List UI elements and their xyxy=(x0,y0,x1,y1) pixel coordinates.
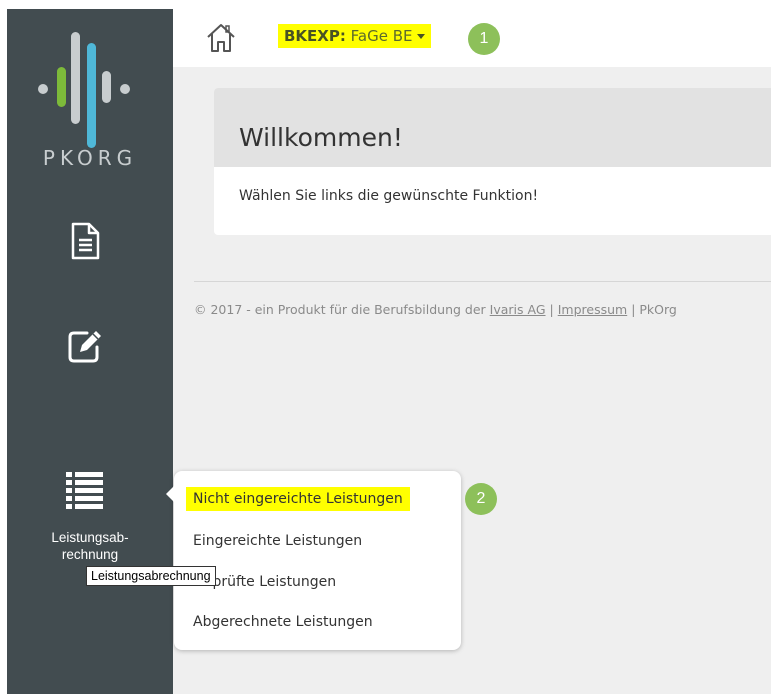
edit-icon[interactable] xyxy=(65,325,105,365)
submenu-item-submitted[interactable]: Eingereichte Leistungen xyxy=(193,533,362,549)
page-title: Willkommen! xyxy=(239,123,403,152)
app-window: PKORG Leistungsab- rechnung BKEXP: FaGe … xyxy=(7,9,771,694)
footer-separator: | xyxy=(631,302,636,317)
org-code: BKEXP: xyxy=(284,27,346,45)
annotation-badge-2: 2 xyxy=(465,483,497,515)
home-icon[interactable] xyxy=(206,23,236,53)
organization-dropdown[interactable]: BKEXP: FaGe BE xyxy=(278,24,431,48)
submenu-item-billed[interactable]: Abgerechnete Leistungen xyxy=(193,614,373,630)
welcome-panel-header: Willkommen! xyxy=(214,88,771,167)
tooltip: Leistungsabrechnung xyxy=(86,566,216,586)
sidebar-item-label[interactable]: Leistungsab- rechnung xyxy=(25,529,155,563)
welcome-text: Wählen Sie links die gewünschte Funktion… xyxy=(239,188,539,204)
document-icon[interactable] xyxy=(65,221,105,261)
submenu-item-not-submitted[interactable]: Nicht eingereichte Leistungen xyxy=(186,487,410,511)
list-icon[interactable] xyxy=(65,470,105,510)
footer: © 2017 - ein Produkt für die Berufsbildu… xyxy=(194,302,677,317)
logo-text: PKORG xyxy=(42,146,138,170)
caret-down-icon xyxy=(416,34,425,39)
annotation-badge-1: 1 xyxy=(468,23,500,55)
company-link[interactable]: Ivaris AG xyxy=(490,302,546,317)
imprint-link[interactable]: Impressum xyxy=(558,302,627,317)
submenu-popup: Nicht eingereichte Leistungen Eingereich… xyxy=(166,471,461,650)
welcome-panel: Willkommen! Wählen Sie links die gewünsc… xyxy=(214,88,771,235)
footer-prefix: © 2017 - ein Produkt für die Berufsbildu… xyxy=(194,302,486,317)
footer-separator: | xyxy=(549,302,554,317)
popup-arrow xyxy=(166,486,174,502)
top-bar: BKEXP: FaGe BE 1 xyxy=(173,9,771,67)
sidebar: PKORG Leistungsab- rechnung xyxy=(7,9,173,694)
org-name: FaGe BE xyxy=(350,27,413,45)
footer-product: PkOrg xyxy=(639,302,677,317)
footer-divider xyxy=(194,281,771,282)
